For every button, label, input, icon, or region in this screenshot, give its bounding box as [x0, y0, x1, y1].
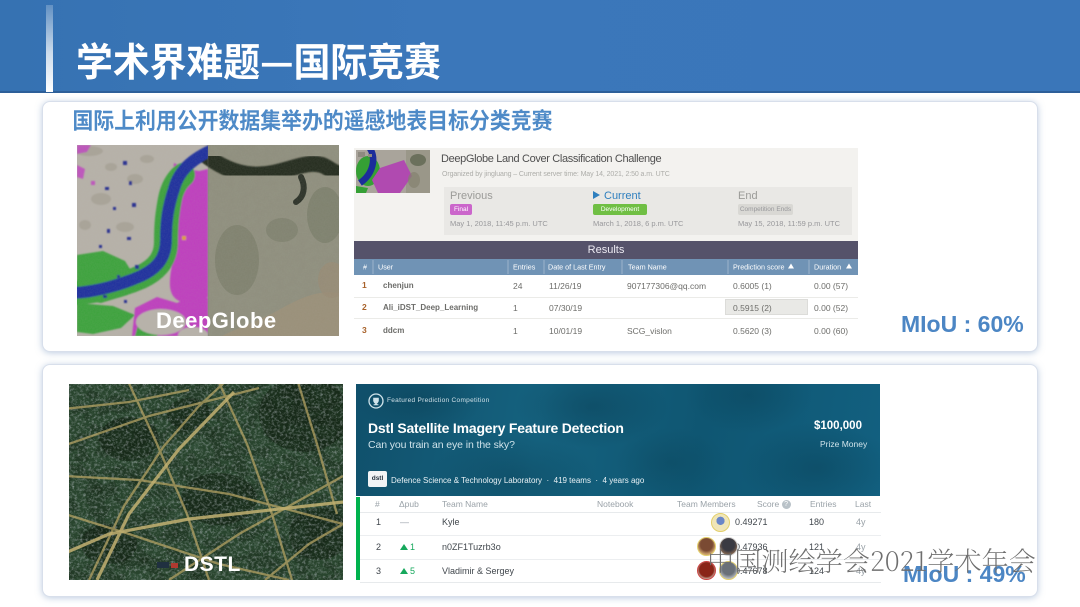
svg-text:Duration: Duration [814, 263, 841, 272]
svg-text:Team Name: Team Name [628, 263, 667, 272]
svg-text:Prediction score: Prediction score [733, 263, 785, 272]
svg-text:Entries: Entries [513, 263, 536, 272]
svg-text:#: # [363, 263, 367, 272]
svg-text:Date of Last Entry: Date of Last Entry [548, 263, 606, 272]
svg-text:User: User [378, 263, 394, 272]
